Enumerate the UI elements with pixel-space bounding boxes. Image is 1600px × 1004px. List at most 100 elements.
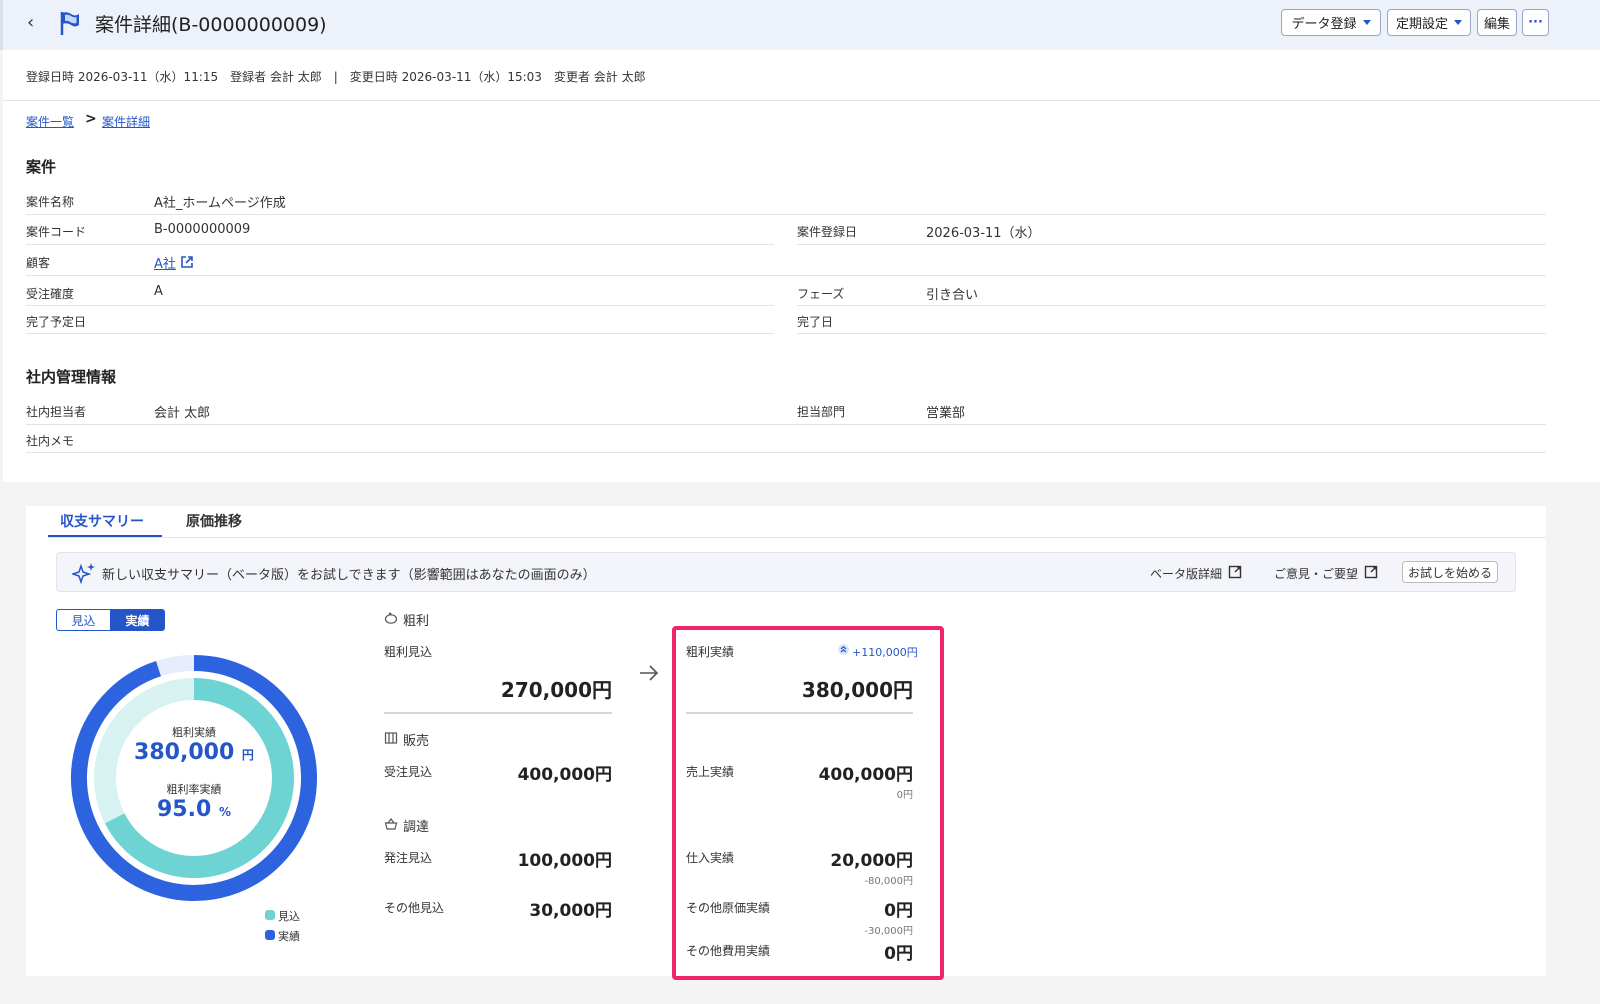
value-register-date: 2026-03-11（水） xyxy=(926,226,1041,241)
legend-actual-label: 実績 xyxy=(278,930,300,943)
donut-profit-unit: 円 xyxy=(241,748,254,762)
banner-text: 新しい収支サマリー（ベータ版）をお試しできます（影響範囲はあなたの画面のみ） xyxy=(102,568,596,583)
donut-rate-value: 95.0 xyxy=(157,797,212,822)
order-forecast-value: 100,000円 xyxy=(517,851,612,871)
back-chevron-icon[interactable]: ‹ xyxy=(27,12,34,33)
sales-actual-diff: 0円 xyxy=(896,790,913,801)
legend-actual-swatch xyxy=(265,930,275,940)
more-button[interactable]: ··· xyxy=(1522,9,1549,36)
row-divider xyxy=(26,424,1546,425)
double-chevron-up-icon xyxy=(838,644,849,655)
sales-forecast-label: 受注見込 xyxy=(384,765,433,779)
row-divider xyxy=(26,275,1546,276)
tab-cost-trend[interactable]: 原価推移 xyxy=(186,511,242,531)
donut-profit-value: 380,000 xyxy=(134,740,235,765)
order-forecast-label: 発注見込 xyxy=(384,851,433,865)
caret-down-icon xyxy=(1362,20,1371,25)
sales-actual-value: 400,000円 xyxy=(818,765,913,785)
donut-rate-label: 粗利率実績 xyxy=(166,783,222,796)
legend-forecast-label: 見込 xyxy=(278,910,300,923)
tab-summary[interactable]: 収支サマリー xyxy=(60,511,144,531)
row-divider xyxy=(26,214,1546,215)
row-divider xyxy=(797,244,1546,245)
procurement-heading: 調達 xyxy=(403,820,430,835)
label-dept: 担当部門 xyxy=(797,405,846,419)
label-phase: フェーズ xyxy=(797,287,845,301)
page-header: ‹ 案件詳細(B-0000000009) データ登録 定期設定 編集 ··· xyxy=(0,0,1600,50)
gross-forecast-value: 270,000円 xyxy=(500,678,612,702)
sales-actual-label: 売上実績 xyxy=(686,765,735,779)
label-project-name: 案件名称 xyxy=(26,195,75,209)
sparkle-icon xyxy=(72,563,95,584)
breadcrumb-separator: > xyxy=(85,111,97,127)
piggy-bank-icon xyxy=(384,611,398,624)
value-probability: A xyxy=(154,284,163,299)
external-link-icon[interactable] xyxy=(1364,565,1378,579)
toggle-forecast[interactable]: 見込 xyxy=(56,609,111,631)
project-heading: 案件 xyxy=(26,158,57,176)
label-register-date: 案件登録日 xyxy=(797,225,858,239)
purchase-actual-value: 20,000円 xyxy=(830,851,913,871)
toggle-actual[interactable]: 実績 xyxy=(110,609,165,631)
other-expense-actual-label: その他費用実績 xyxy=(686,944,771,958)
sales-heading: 販売 xyxy=(403,734,430,749)
periodic-label: 定期設定 xyxy=(1395,17,1448,32)
try-beta-button[interactable]: お試しを始める xyxy=(1402,561,1498,583)
value-person: 会計 太郎 xyxy=(154,406,211,421)
other-forecast-value: 30,000円 xyxy=(529,901,612,921)
sales-forecast-value: 400,000円 xyxy=(517,765,612,785)
basket-icon xyxy=(384,818,398,830)
row-divider xyxy=(26,333,774,334)
donut-rate-unit: % xyxy=(218,805,231,819)
divider xyxy=(686,712,913,714)
page-title: 案件詳細(B-0000000009) xyxy=(95,14,327,36)
label-done-date: 完了日 xyxy=(797,315,834,329)
gross-actual-diff: +110,000円 xyxy=(852,646,918,659)
donut-profit-label: 粗利実績 xyxy=(172,726,216,739)
row-divider xyxy=(26,452,1546,453)
gross-heading: 粗利 xyxy=(403,614,430,629)
data-register-button[interactable]: データ登録 xyxy=(1281,9,1381,36)
arrow-right-icon xyxy=(640,665,659,681)
row-divider xyxy=(797,333,1546,334)
legend-forecast-swatch xyxy=(265,910,275,920)
external-link-icon[interactable] xyxy=(1228,565,1242,579)
other-expense-actual-value: 0円 xyxy=(884,944,913,964)
tab-divider xyxy=(48,537,1546,538)
beta-details-link[interactable]: ベータ版詳細 xyxy=(1150,565,1222,582)
breadcrumb-detail-link[interactable]: 案件詳細 xyxy=(102,113,150,130)
internal-heading: 社内管理情報 xyxy=(26,368,117,386)
row-divider xyxy=(797,305,1546,306)
store-icon xyxy=(384,732,398,744)
other-forecast-label: その他見込 xyxy=(384,901,445,915)
feedback-link[interactable]: ご意見・ご要望 xyxy=(1274,565,1358,582)
value-project-code: B-0000000009 xyxy=(154,222,251,237)
row-divider xyxy=(26,305,774,306)
label-project-code: 案件コード xyxy=(26,225,87,239)
breadcrumb-list-link[interactable]: 案件一覧 xyxy=(26,113,74,130)
external-link-icon[interactable] xyxy=(180,255,194,269)
row-divider xyxy=(26,244,774,245)
other-cost-actual-diff: -30,000円 xyxy=(864,926,913,937)
donut-center: 粗利実績 380,000 円 粗利率実績 95.0 % xyxy=(124,724,264,825)
periodic-settings-button[interactable]: 定期設定 xyxy=(1387,9,1471,36)
value-dept: 営業部 xyxy=(926,406,966,421)
other-cost-actual-label: その他原価実績 xyxy=(686,901,771,915)
gross-actual-value: 380,000円 xyxy=(801,678,913,702)
purchase-actual-label: 仕入実績 xyxy=(686,851,735,865)
edit-button[interactable]: 編集 xyxy=(1477,9,1517,36)
divider xyxy=(384,712,612,714)
gross-forecast-label: 粗利見込 xyxy=(384,645,433,659)
customer-link[interactable]: A社 xyxy=(154,253,176,272)
caret-down-icon xyxy=(1454,20,1462,25)
label-memo: 社内メモ xyxy=(26,434,75,448)
other-cost-actual-value: 0円 xyxy=(884,901,913,921)
label-probability: 受注確度 xyxy=(26,287,75,301)
label-customer: 顧客 xyxy=(26,256,51,270)
value-phase: 引き合い xyxy=(926,288,979,303)
purchase-actual-diff: -80,000円 xyxy=(864,876,913,887)
record-meta: 登録日時 2026-03-11（水）11:15 登録者 会計 太郎 | 変更日時… xyxy=(26,70,646,84)
label-due-date: 完了予定日 xyxy=(26,315,87,329)
value-project-name: A社_ホームページ作成 xyxy=(154,196,286,211)
divider xyxy=(3,100,1600,101)
